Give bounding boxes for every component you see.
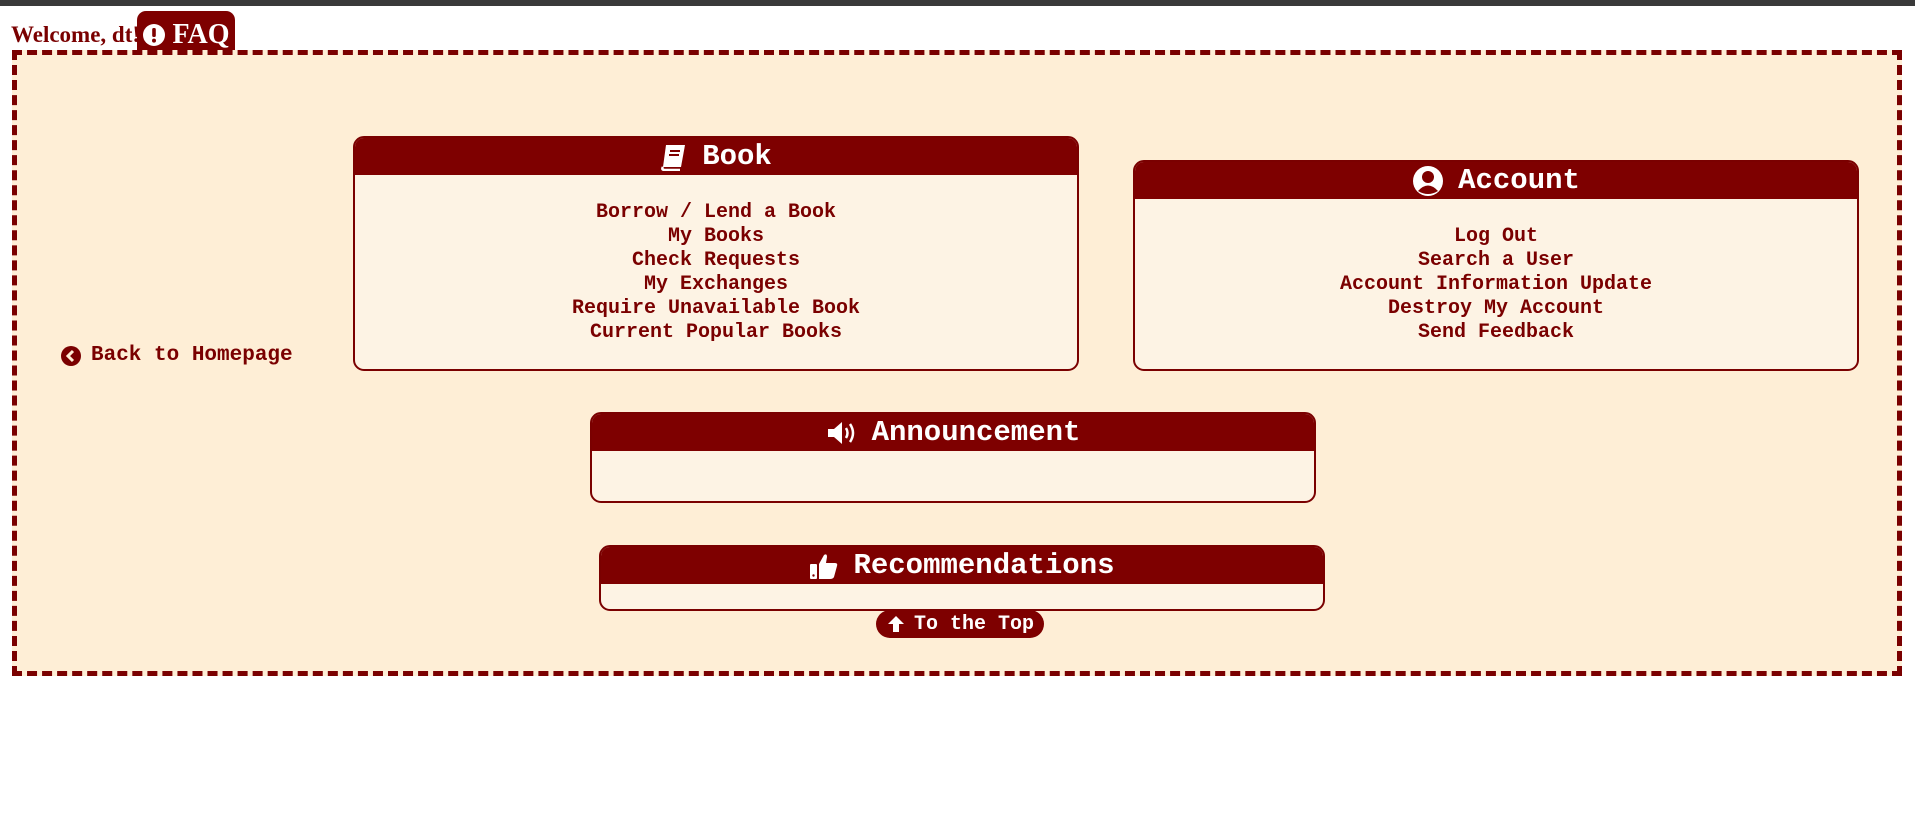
current-popular-books-link[interactable]: Current Popular Books bbox=[355, 321, 1077, 345]
send-feedback-link[interactable]: Send Feedback bbox=[1135, 321, 1857, 345]
search-user-link[interactable]: Search a User bbox=[1135, 249, 1857, 273]
borrow-lend-book-link[interactable]: Borrow / Lend a Book bbox=[355, 201, 1077, 225]
megaphone-icon bbox=[826, 419, 858, 447]
account-card-title: Account bbox=[1458, 164, 1580, 197]
book-card-header: Book bbox=[355, 138, 1077, 175]
thumbs-up-icon bbox=[809, 552, 839, 580]
account-information-update-link[interactable]: Account Information Update bbox=[1135, 273, 1857, 297]
account-card-body: Log Out Search a User Account Informatio… bbox=[1135, 199, 1857, 345]
announcement-card-body bbox=[592, 451, 1314, 477]
book-icon bbox=[660, 143, 688, 171]
user-circle-icon bbox=[1412, 165, 1444, 197]
check-requests-link[interactable]: Check Requests bbox=[355, 249, 1077, 273]
exclamation-circle-icon bbox=[142, 23, 166, 47]
faq-label: FAQ bbox=[172, 19, 230, 50]
book-card-title: Book bbox=[702, 140, 772, 173]
destroy-account-link[interactable]: Destroy My Account bbox=[1135, 297, 1857, 321]
log-out-link[interactable]: Log Out bbox=[1135, 225, 1857, 249]
recommendations-card: Recommendations bbox=[599, 545, 1325, 611]
announcement-card: Announcement bbox=[590, 412, 1316, 503]
my-exchanges-link[interactable]: My Exchanges bbox=[355, 273, 1077, 297]
require-unavailable-book-link[interactable]: Require Unavailable Book bbox=[355, 297, 1077, 321]
back-to-homepage-link[interactable]: Back to Homepage bbox=[61, 344, 293, 367]
to-the-top-label: To the Top bbox=[913, 612, 1035, 636]
arrow-up-icon bbox=[886, 614, 906, 634]
account-card: Account Log Out Search a User Account In… bbox=[1133, 160, 1859, 371]
recommendations-card-header: Recommendations bbox=[601, 547, 1323, 584]
chevron-circle-left-icon bbox=[61, 345, 81, 366]
announcement-card-title: Announcement bbox=[871, 416, 1081, 449]
browser-top-bar bbox=[0, 0, 1915, 6]
account-card-header: Account bbox=[1135, 162, 1857, 199]
announcement-card-header: Announcement bbox=[592, 414, 1314, 451]
back-to-homepage-label: Back to Homepage bbox=[91, 344, 293, 367]
welcome-message: Welcome, dt! bbox=[11, 22, 141, 47]
recommendations-card-title: Recommendations bbox=[853, 549, 1115, 582]
book-card-body: Borrow / Lend a Book My Books Check Requ… bbox=[355, 175, 1077, 345]
to-the-top-button[interactable]: To the Top bbox=[876, 610, 1044, 638]
my-books-link[interactable]: My Books bbox=[355, 225, 1077, 249]
book-card: Book Borrow / Lend a Book My Books Check… bbox=[353, 136, 1079, 371]
